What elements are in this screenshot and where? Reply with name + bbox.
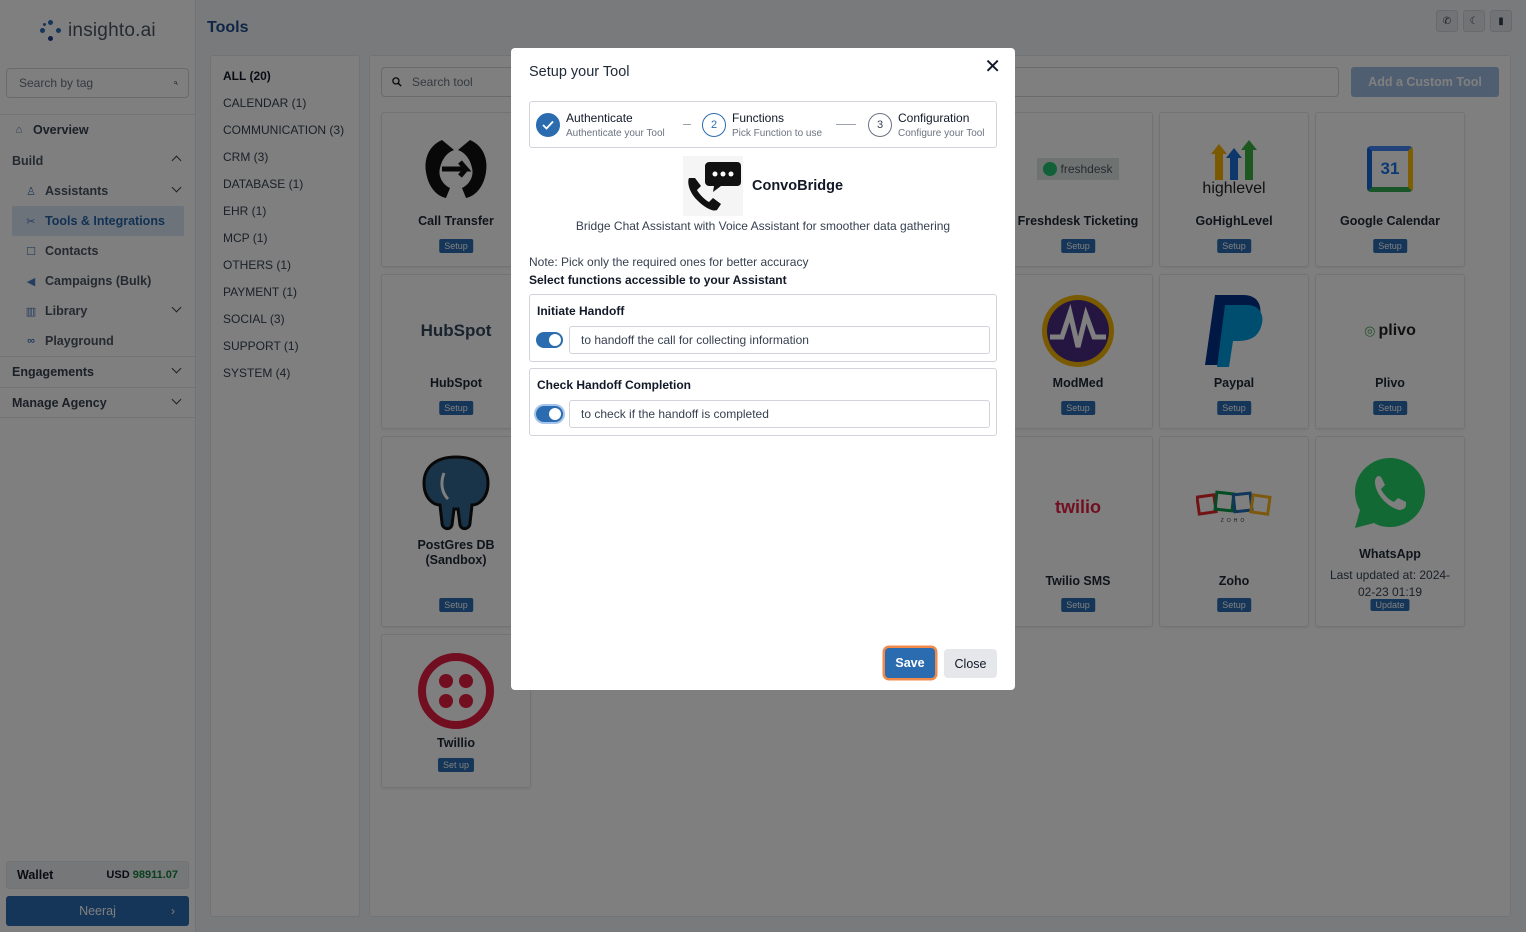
modal-title: Setup your Tool: [529, 64, 630, 80]
check-icon: [536, 113, 560, 137]
tool-brand: ConvoBridge: [683, 156, 843, 216]
step-number: 3: [868, 113, 892, 137]
step-authenticate[interactable]: Authenticate Authenticate your Tool: [536, 111, 665, 140]
accuracy-note: Note: Pick only the required ones for be…: [529, 255, 809, 269]
function-initiate-handoff: Initiate Handoff: [529, 294, 997, 362]
step-connector: [683, 124, 691, 125]
step-subtitle: Authenticate your Tool: [566, 128, 665, 139]
save-button[interactable]: Save: [885, 648, 935, 678]
function-toggle[interactable]: [536, 332, 563, 348]
setup-tool-modal: Setup your Tool ✕ Authenticate Authentic…: [511, 48, 1015, 690]
step-title: Configuration: [898, 111, 970, 125]
step-configuration[interactable]: 3 Configuration Configure your Tool: [868, 111, 985, 140]
step-subtitle: Configure your Tool: [898, 128, 985, 139]
step-number: 2: [702, 113, 726, 137]
step-connector: [836, 124, 856, 125]
close-button[interactable]: Close: [944, 649, 997, 678]
step-title: Functions: [732, 111, 785, 125]
convobridge-logo: [683, 156, 743, 216]
tool-name: ConvoBridge: [752, 178, 844, 194]
function-description-input[interactable]: [569, 400, 990, 428]
select-functions-label: Select functions accessible to your Assi…: [529, 273, 787, 287]
step-title: Authenticate: [566, 111, 633, 125]
function-check-handoff-completion: Check Handoff Completion: [529, 368, 997, 436]
function-title: Check Handoff Completion: [537, 378, 692, 392]
function-title: Initiate Handoff: [537, 304, 625, 318]
step-functions[interactable]: 2 Functions Pick Function to use: [702, 111, 822, 140]
function-description-input[interactable]: [569, 326, 990, 354]
step-subtitle: Pick Function to use: [732, 128, 823, 139]
close-icon[interactable]: ✕: [984, 57, 1001, 77]
setup-stepper: Authenticate Authenticate your Tool 2 Fu…: [529, 101, 997, 148]
tool-description: Bridge Chat Assistant with Voice Assista…: [575, 219, 951, 233]
function-toggle[interactable]: [536, 406, 563, 422]
